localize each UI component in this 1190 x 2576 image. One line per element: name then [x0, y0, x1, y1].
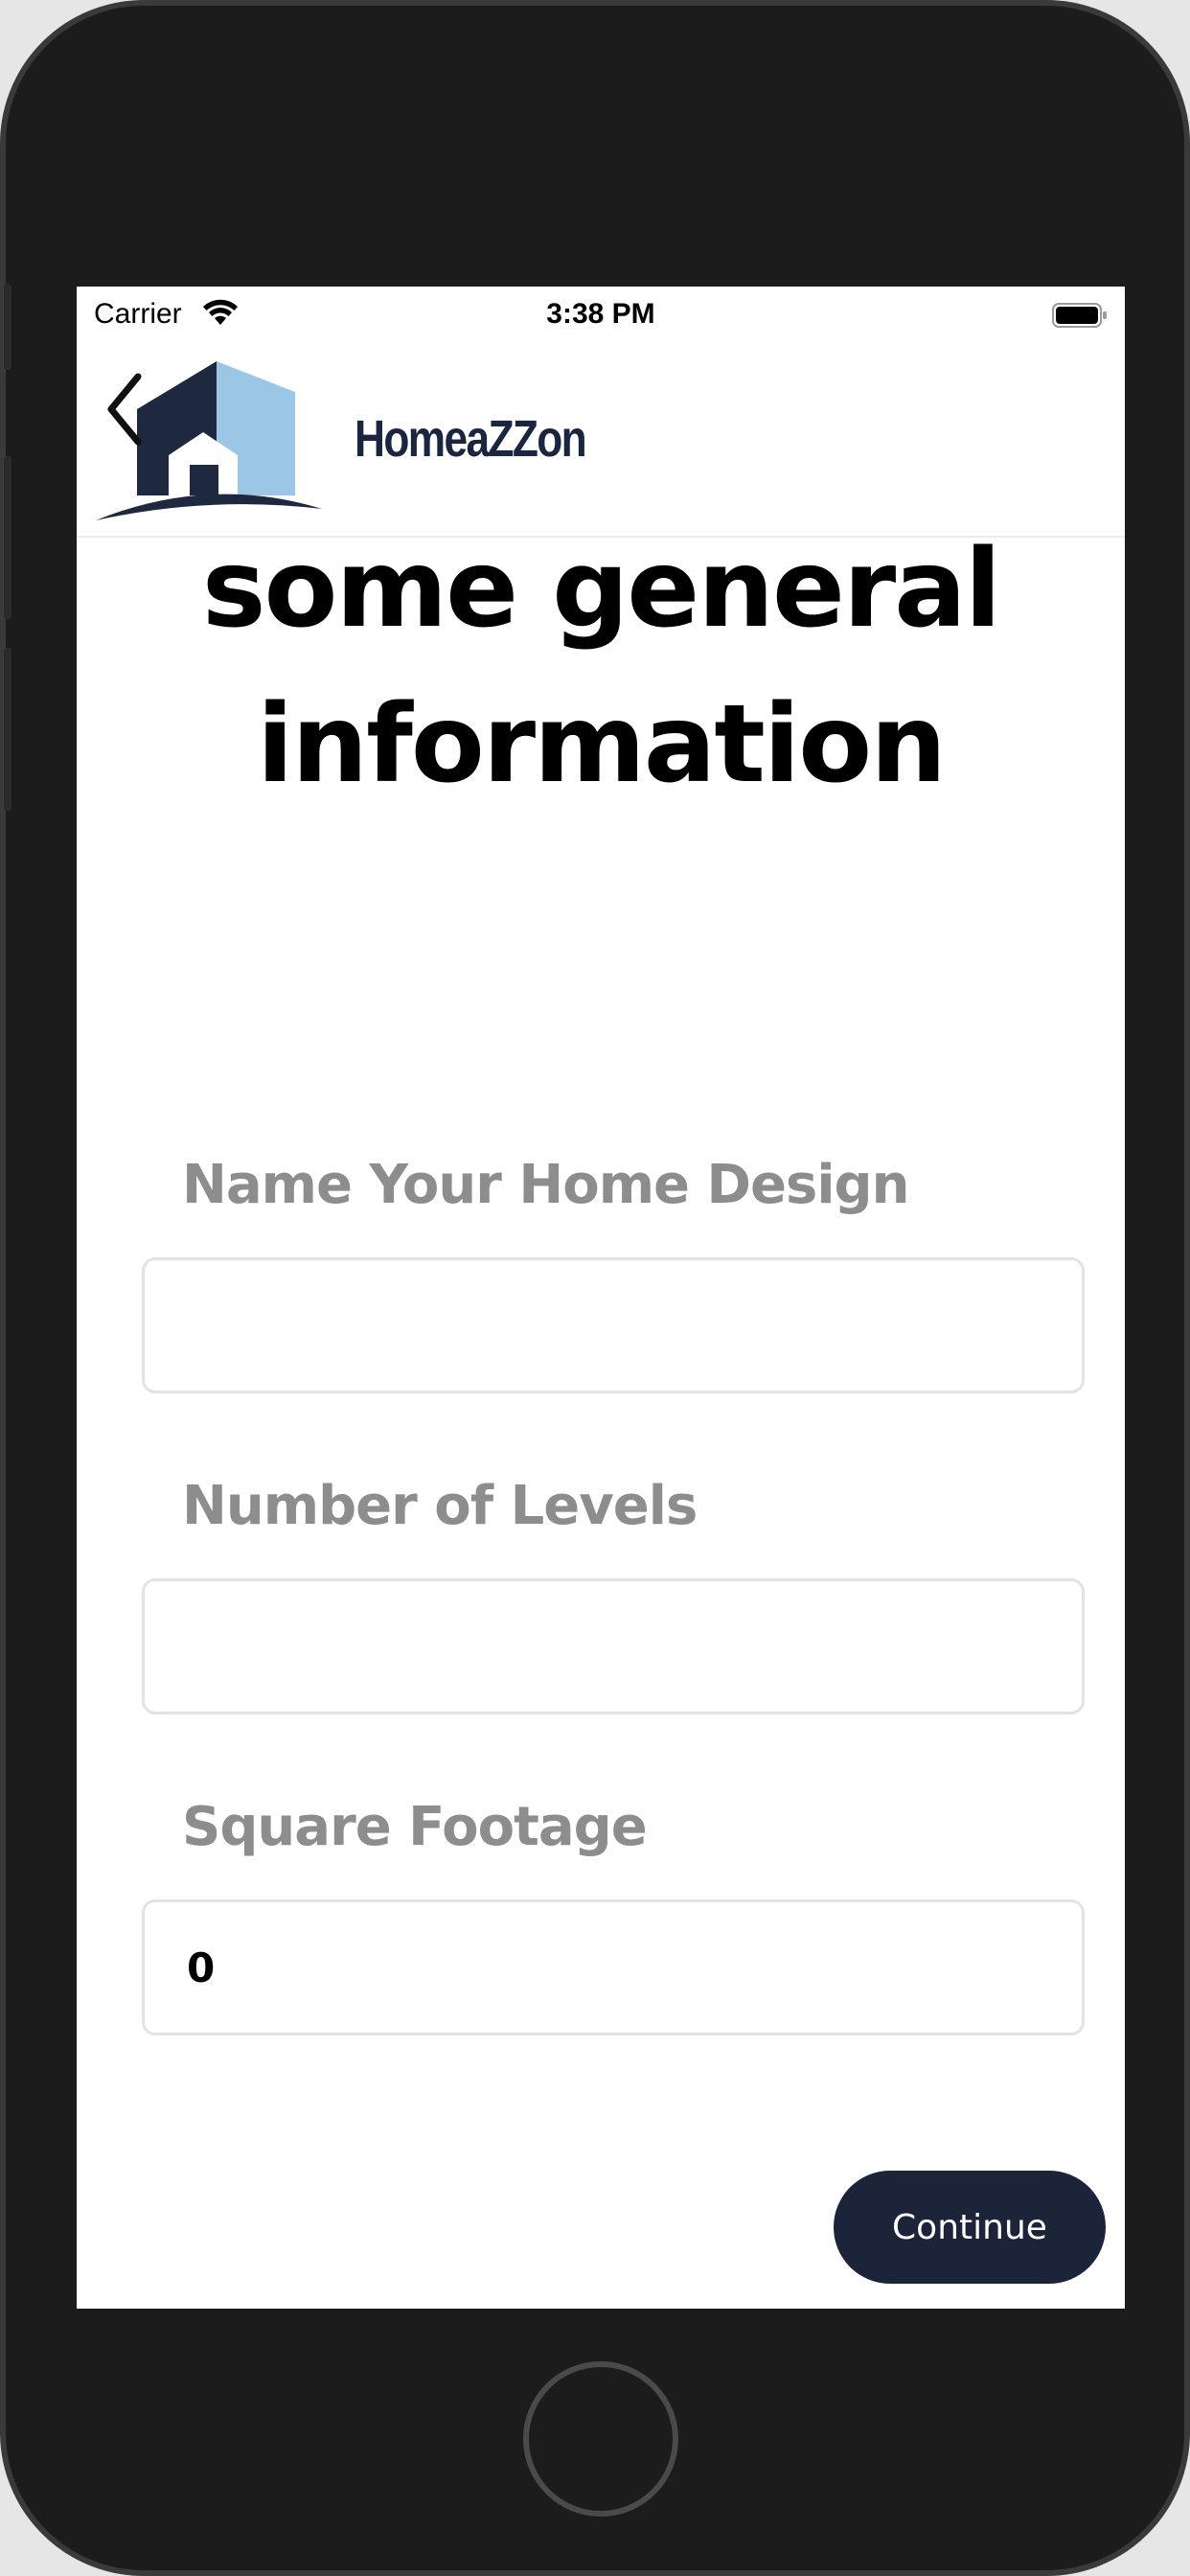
square-footage-input[interactable] [142, 1899, 1085, 2036]
brand-name: HomeaZZon [355, 410, 587, 468]
design-name-label: Name Your Home Design [182, 1154, 909, 1216]
chevron-left-icon[interactable] [103, 371, 146, 448]
continue-button[interactable]: Continue [834, 2171, 1106, 2284]
phone-frame: Carrier 3:38 PM HomeaZZon some general i… [0, 0, 1190, 2576]
battery-icon [1052, 303, 1107, 328]
status-time: 3:38 PM [546, 298, 655, 330]
navigation-bar: HomeaZZon [77, 344, 1125, 538]
volume-up-button [4, 456, 11, 619]
app-screen: Carrier 3:38 PM HomeaZZon some general i… [77, 287, 1125, 2309]
home-button[interactable] [523, 2361, 678, 2517]
page-title: some general information [201, 527, 1001, 807]
design-name-input[interactable] [142, 1257, 1085, 1393]
levels-label: Number of Levels [182, 1475, 698, 1537]
volume-down-button [4, 648, 11, 811]
levels-input[interactable] [142, 1578, 1085, 1714]
square-footage-label: Square Footage [182, 1796, 648, 1858]
mute-switch [4, 284, 11, 370]
status-bar: Carrier 3:38 PM [77, 287, 1125, 344]
